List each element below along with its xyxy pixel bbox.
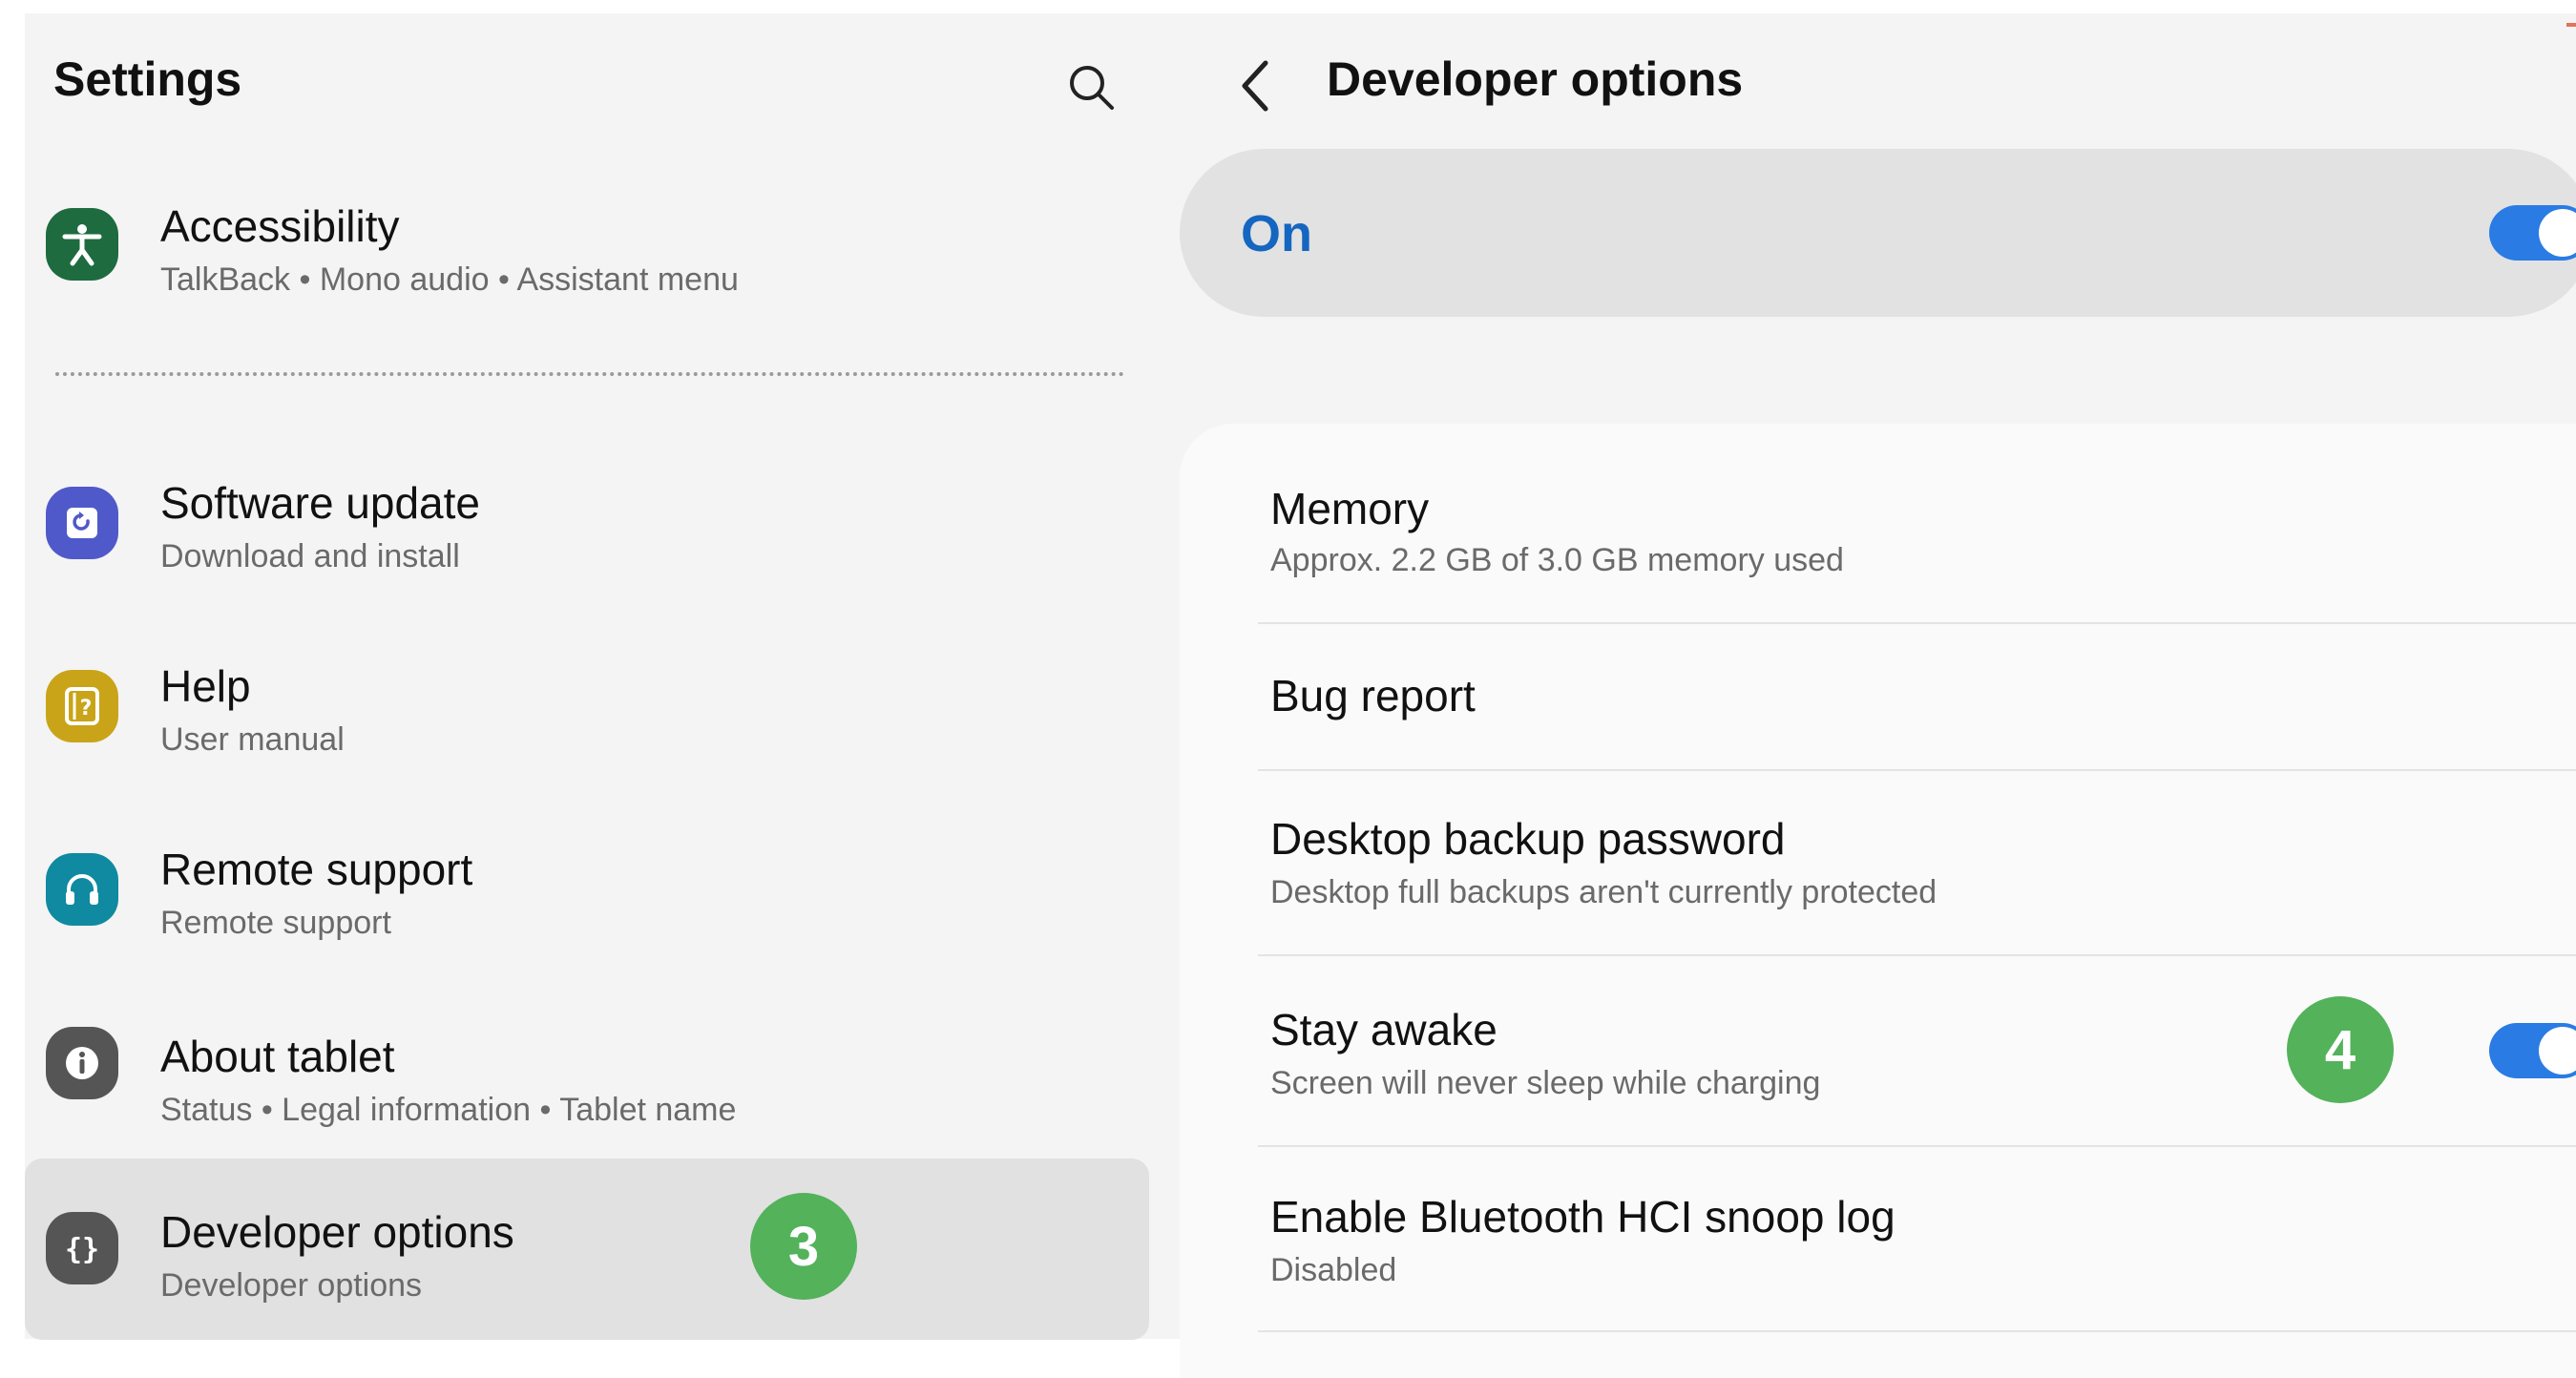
headset-icon (46, 853, 118, 926)
step-badge-4: 4 (2287, 996, 2394, 1103)
step-badge-3: 3 (750, 1193, 857, 1300)
settings-item-subtitle: Status • Legal information • Tablet name (160, 1092, 737, 1128)
master-toggle[interactable] (2489, 205, 2576, 261)
toggle-knob (2539, 209, 2576, 257)
row-divider (1258, 1330, 2576, 1332)
dev-row-bluetooth-hci-snoop-log[interactable]: Enable Bluetooth HCI snoop log Disabled (1180, 1147, 2576, 1328)
developer-braces-icon: {} (46, 1212, 118, 1284)
dev-row-title: Stay awake (1270, 1005, 1497, 1054)
settings-item-title: Remote support (160, 845, 473, 894)
settings-item-about-tablet[interactable]: About tablet Status • Legal information … (25, 996, 1149, 1159)
developer-options-pane: Developer options On Memory Approx. 2.2 … (1151, 13, 2576, 1378)
dev-row-subtitle: Desktop full backups aren't currently pr… (1270, 874, 1937, 910)
toggle-knob (2539, 1027, 2576, 1075)
dev-row-title: Bug report (1270, 671, 1476, 720)
dev-row-title: Desktop backup password (1270, 814, 1786, 864)
dev-row-title: Memory (1270, 484, 1430, 533)
back-chevron-icon (1242, 60, 1268, 112)
search-button[interactable] (1058, 53, 1124, 120)
settings-item-subtitle: TalkBack • Mono audio • Assistant menu (160, 261, 739, 298)
stay-awake-toggle[interactable] (2489, 1023, 2576, 1078)
settings-item-title: Help (160, 661, 251, 711)
settings-item-subtitle: Download and install (160, 538, 460, 574)
back-button[interactable] (1227, 48, 1285, 124)
master-switch-label: On (1241, 205, 1312, 262)
settings-item-help[interactable]: ? Help User manual (25, 630, 1149, 792)
settings-title: Settings (53, 52, 242, 106)
section-divider (55, 372, 1124, 376)
settings-item-remote-support[interactable]: Remote support Remote support (25, 813, 1149, 975)
settings-item-title: Software update (160, 478, 481, 528)
dev-row-subtitle: Approx. 2.2 GB of 3.0 GB memory used (1270, 542, 1844, 578)
info-icon (46, 1027, 118, 1099)
settings-item-developer-options[interactable]: {} Developer options Developer options 3 (25, 1159, 1149, 1340)
settings-item-title: Developer options (160, 1207, 514, 1257)
dev-row-memory[interactable]: Memory Approx. 2.2 GB of 3.0 GB memory u… (1180, 424, 2576, 611)
settings-pane: Settings Accessibility TalkBack • Mono a… (25, 13, 1151, 1340)
dev-row-subtitle: Disabled (1270, 1252, 1397, 1288)
developer-options-card: Memory Approx. 2.2 GB of 3.0 GB memory u… (1180, 424, 2576, 1378)
corner-marker (2566, 23, 2576, 27)
settings-item-subtitle: Developer options (160, 1267, 423, 1304)
settings-item-title: Accessibility (160, 201, 400, 251)
master-switch-bar[interactable]: On (1180, 149, 2576, 317)
dev-row-subtitle: Screen will never sleep while charging (1270, 1065, 1821, 1101)
help-icon: ? (46, 670, 118, 742)
settings-item-title: About tablet (160, 1032, 395, 1081)
dev-row-title: Enable Bluetooth HCI snoop log (1270, 1192, 1895, 1242)
software-update-icon (46, 487, 118, 559)
search-icon (1070, 66, 1114, 110)
dev-row-bug-report[interactable]: Bug report (1180, 624, 2576, 769)
settings-item-software-update[interactable]: Software update Download and install (25, 447, 1149, 609)
screen-frame: Settings Accessibility TalkBack • Mono a… (25, 13, 2576, 1378)
svg-text:{}: {} (65, 1233, 99, 1266)
dev-row-stay-awake[interactable]: Stay awake Screen will never sleep while… (1180, 956, 2576, 1143)
accessibility-icon (46, 208, 118, 281)
dev-row-desktop-backup-password[interactable]: Desktop backup password Desktop full bac… (1180, 771, 2576, 952)
svg-text:?: ? (80, 697, 93, 720)
settings-item-accessibility[interactable]: Accessibility TalkBack • Mono audio • As… (25, 168, 1149, 330)
settings-item-subtitle: User manual (160, 721, 345, 758)
page-title: Developer options (1327, 52, 1744, 106)
settings-item-subtitle: Remote support (160, 905, 391, 941)
